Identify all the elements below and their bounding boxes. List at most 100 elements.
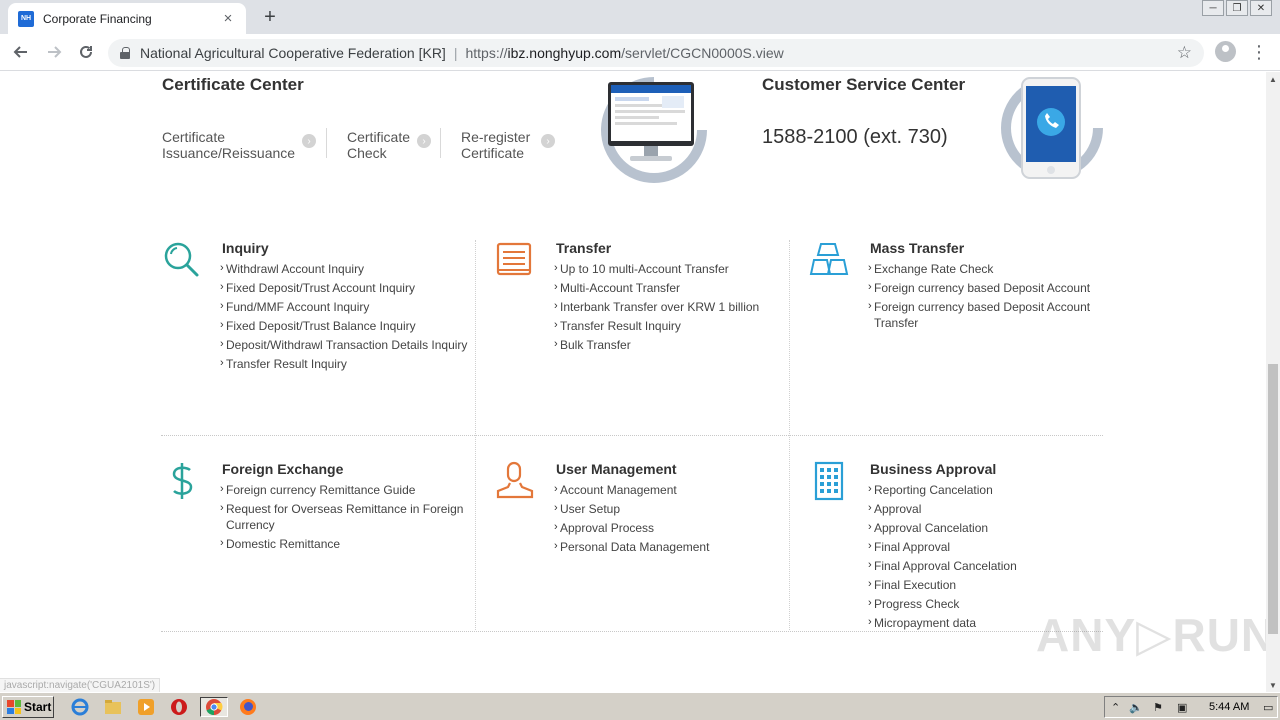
- user-icon: [496, 461, 534, 499]
- start-button[interactable]: Start: [2, 696, 54, 718]
- address-bar[interactable]: National Agricultural Cooperative Federa…: [108, 39, 1204, 67]
- menu-item[interactable]: Foreign currency based Deposit Account: [868, 279, 1122, 296]
- new-tab-button[interactable]: +: [260, 6, 280, 29]
- certificate-center-title: Certificate Center: [162, 75, 304, 94]
- internet-explorer-icon[interactable]: [69, 697, 91, 717]
- menu-item[interactable]: Up to 10 multi-Account Transfer: [554, 260, 808, 277]
- menu-item[interactable]: Personal Data Management: [554, 538, 808, 555]
- menu-item[interactable]: Final Approval Cancelation: [868, 557, 1122, 574]
- status-bar-url: javascript:navigate('CGUA2101S'): [0, 678, 161, 692]
- windows-taskbar: Start ⌃ 🔈 ⚑ ▣ 5:44 AM ▭: [0, 692, 1280, 720]
- url-host: ibz.nonghyup.com: [507, 45, 622, 61]
- certificate-check-link[interactable]: Certificate Check: [347, 129, 410, 161]
- menu-item[interactable]: Interbank Transfer over KRW 1 billion: [554, 298, 808, 315]
- lock-icon: [120, 47, 130, 59]
- gold-bars-icon: [809, 243, 849, 275]
- tab-title: Corporate Financing: [43, 11, 152, 26]
- chevron-right-icon[interactable]: ›: [302, 134, 316, 148]
- restore-button[interactable]: ❐: [1226, 0, 1248, 16]
- browser-tab[interactable]: NH Corporate Financing ×: [8, 3, 246, 34]
- menu-item[interactable]: User Setup: [554, 500, 808, 517]
- back-arrow-icon[interactable]: [10, 41, 32, 63]
- menu-item[interactable]: Final Approval: [868, 538, 1122, 555]
- menu-item[interactable]: Approval Cancelation: [868, 519, 1122, 536]
- profile-avatar-icon[interactable]: [1215, 41, 1236, 62]
- menu-item[interactable]: Final Execution: [868, 576, 1122, 593]
- menu-list: Up to 10 multi-Account Transfer Multi-Ac…: [554, 260, 808, 356]
- chevron-right-icon[interactable]: ›: [417, 134, 431, 148]
- nh-favicon-icon: NH: [18, 10, 34, 27]
- menu-item[interactable]: Request for Overseas Remittance in Forei…: [220, 500, 474, 533]
- forward-arrow-icon[interactable]: [43, 41, 65, 63]
- volume-icon[interactable]: 🔈: [1129, 701, 1143, 714]
- url-path: /servlet/CGCN0000S.view: [621, 45, 784, 61]
- media-player-icon[interactable]: [135, 697, 157, 717]
- tray-expand-icon[interactable]: ⌃: [1111, 701, 1120, 714]
- divider: [440, 128, 441, 158]
- menu-title: Foreign Exchange: [222, 461, 344, 477]
- menu-item[interactable]: Multi-Account Transfer: [554, 279, 808, 296]
- menu-item[interactable]: Withdrawl Account Inquiry: [220, 260, 474, 277]
- menu-item[interactable]: Fixed Deposit/Trust Balance Inquiry: [220, 317, 474, 334]
- browser-toolbar: National Agricultural Cooperative Federa…: [0, 34, 1280, 71]
- menu-item[interactable]: Approval Process: [554, 519, 808, 536]
- menu-title: Mass Transfer: [870, 240, 965, 256]
- link-line: Certificate: [461, 145, 525, 161]
- opera-icon[interactable]: [168, 697, 190, 717]
- menu-item[interactable]: Exchange Rate Check: [868, 260, 1122, 277]
- menu-item[interactable]: Fixed Deposit/Trust Account Inquiry: [220, 279, 474, 296]
- menu-item[interactable]: Reporting Cancelation: [868, 481, 1122, 498]
- menu-item[interactable]: Foreign currency Remittance Guide: [220, 481, 474, 498]
- smartphone-illustration: [1001, 77, 1103, 179]
- browser-tab-strip: NH Corporate Financing × + ─ ❐ ✕: [0, 0, 1280, 34]
- computer-monitor-illustration: [601, 77, 707, 183]
- menu-list: Withdrawl Account Inquiry Fixed Deposit/…: [220, 260, 474, 375]
- anyrun-watermark: ANY▷RUN: [1036, 609, 1266, 661]
- scroll-up-arrow-icon[interactable]: ▲: [1266, 72, 1280, 86]
- vertical-scrollbar[interactable]: ▲ ▼: [1266, 72, 1280, 692]
- menu-item[interactable]: Transfer Result Inquiry: [220, 355, 474, 372]
- close-window-button[interactable]: ✕: [1250, 0, 1272, 16]
- network-icon[interactable]: ▣: [1177, 701, 1187, 714]
- menu-item[interactable]: Foreign currency based Deposit Account T…: [868, 298, 1122, 331]
- menu-item[interactable]: Deposit/Withdrawl Transaction Details In…: [220, 336, 474, 353]
- menu-list: Account Management User Setup Approval P…: [554, 481, 808, 558]
- document-tray-icon: [496, 242, 532, 276]
- scroll-thumb[interactable]: [1268, 364, 1278, 634]
- link-line: Certificate: [162, 129, 226, 145]
- system-clock[interactable]: 5:44 AM: [1209, 701, 1249, 713]
- customer-service-phone: 1588-2100 (ext. 730): [762, 126, 948, 148]
- certificate-issuance-link[interactable]: Certificate Issuance/Reissuance: [162, 129, 295, 161]
- menu-item[interactable]: Bulk Transfer: [554, 336, 808, 353]
- start-label: Start: [24, 700, 52, 714]
- dollar-icon: [172, 463, 193, 499]
- file-explorer-icon[interactable]: [102, 697, 124, 717]
- scroll-down-arrow-icon[interactable]: ▼: [1266, 678, 1280, 692]
- building-icon: [814, 461, 844, 501]
- show-desktop-icon[interactable]: ▭: [1263, 701, 1273, 714]
- menu-item[interactable]: Account Management: [554, 481, 808, 498]
- firefox-icon[interactable]: [237, 697, 259, 717]
- link-line: Certificate: [347, 129, 411, 145]
- menu-title: Inquiry: [222, 240, 269, 256]
- menu-list: Exchange Rate Check Foreign currency bas…: [868, 260, 1122, 334]
- reregister-certificate-link[interactable]: Re-register Certificate: [461, 129, 530, 161]
- bookmark-star-icon[interactable]: ☆: [1177, 43, 1192, 63]
- action-center-flag-icon[interactable]: ⚑: [1153, 701, 1163, 714]
- menu-item[interactable]: Approval: [868, 500, 1122, 517]
- system-tray: ⌃ 🔈 ⚑ ▣ 5:44 AM ▭: [1104, 696, 1278, 718]
- tab-close-icon[interactable]: ×: [220, 10, 236, 27]
- site-identity: National Agricultural Cooperative Federa…: [140, 45, 446, 61]
- browser-menu-icon[interactable]: ⋮: [1250, 42, 1268, 63]
- menu-list: Foreign currency Remittance Guide Reques…: [220, 481, 474, 555]
- menu-title: Transfer: [556, 240, 612, 256]
- minimize-button[interactable]: ─: [1202, 0, 1224, 16]
- link-line: Issuance/Reissuance: [162, 145, 296, 161]
- menu-item[interactable]: Domestic Remittance: [220, 535, 474, 552]
- chevron-right-icon[interactable]: ›: [541, 134, 555, 148]
- menu-item[interactable]: Transfer Result Inquiry: [554, 317, 808, 334]
- reload-icon[interactable]: [75, 41, 97, 63]
- divider: [326, 128, 327, 158]
- chrome-icon[interactable]: [200, 697, 228, 717]
- menu-item[interactable]: Fund/MMF Account Inquiry: [220, 298, 474, 315]
